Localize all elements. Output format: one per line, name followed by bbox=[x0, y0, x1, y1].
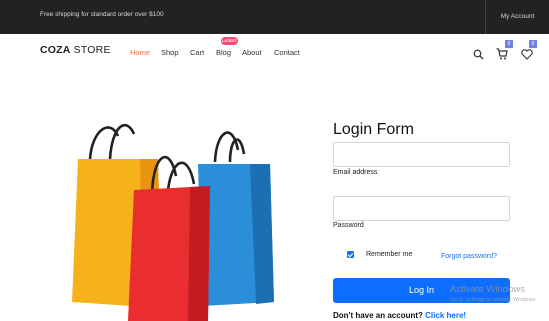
nav-shop[interactable]: Shop bbox=[161, 48, 179, 57]
header: COZA STORE Home Shop Cart Blog LATEST Ab… bbox=[0, 34, 549, 72]
logo[interactable]: COZA STORE bbox=[40, 44, 111, 56]
watermark-subtitle: Go to Settings to activate Windows. bbox=[450, 297, 537, 303]
activate-windows-watermark: Activate Windows Go to Settings to activ… bbox=[450, 284, 537, 303]
nav-contact[interactable]: Contact bbox=[274, 48, 300, 57]
login-form-title: Login Form bbox=[333, 121, 414, 138]
signup-text: Don't have an account? bbox=[333, 311, 423, 320]
password-label: Password bbox=[333, 222, 364, 229]
forgot-password-link[interactable]: Forgot password? bbox=[441, 253, 497, 260]
nav-blog[interactable]: Blog bbox=[216, 48, 231, 57]
shopping-bags-image bbox=[70, 112, 285, 321]
password-field[interactable] bbox=[333, 196, 510, 221]
remember-me-checkbox[interactable] bbox=[347, 251, 354, 258]
top-bar: Free shipping for standard order over $1… bbox=[0, 0, 549, 34]
heart-icon[interactable] bbox=[521, 47, 533, 65]
cart-count-badge: 0 bbox=[505, 40, 513, 48]
remember-me-label: Remember me bbox=[366, 251, 413, 258]
email-field[interactable] bbox=[333, 142, 510, 167]
watermark-title: Activate Windows bbox=[450, 284, 525, 295]
cart-icon[interactable] bbox=[496, 47, 508, 65]
nav-home[interactable]: Home bbox=[130, 48, 150, 57]
wishlist-count-badge: 0 bbox=[529, 40, 537, 48]
search-icon[interactable] bbox=[473, 47, 484, 65]
nav-about[interactable]: About bbox=[242, 48, 262, 57]
nav-cart[interactable]: Cart bbox=[190, 48, 204, 57]
signup-link[interactable]: Click here! bbox=[425, 311, 466, 320]
shipping-notice: Free shipping for standard order over $1… bbox=[40, 11, 164, 18]
my-account-link[interactable]: My Account bbox=[485, 0, 549, 34]
email-label: Email address bbox=[333, 169, 378, 176]
logo-bold: COZA bbox=[40, 44, 71, 56]
signup-prompt: Don't have an account? Click here! bbox=[333, 311, 466, 320]
logo-light: STORE bbox=[70, 44, 111, 56]
blog-latest-badge: LATEST bbox=[221, 37, 238, 45]
